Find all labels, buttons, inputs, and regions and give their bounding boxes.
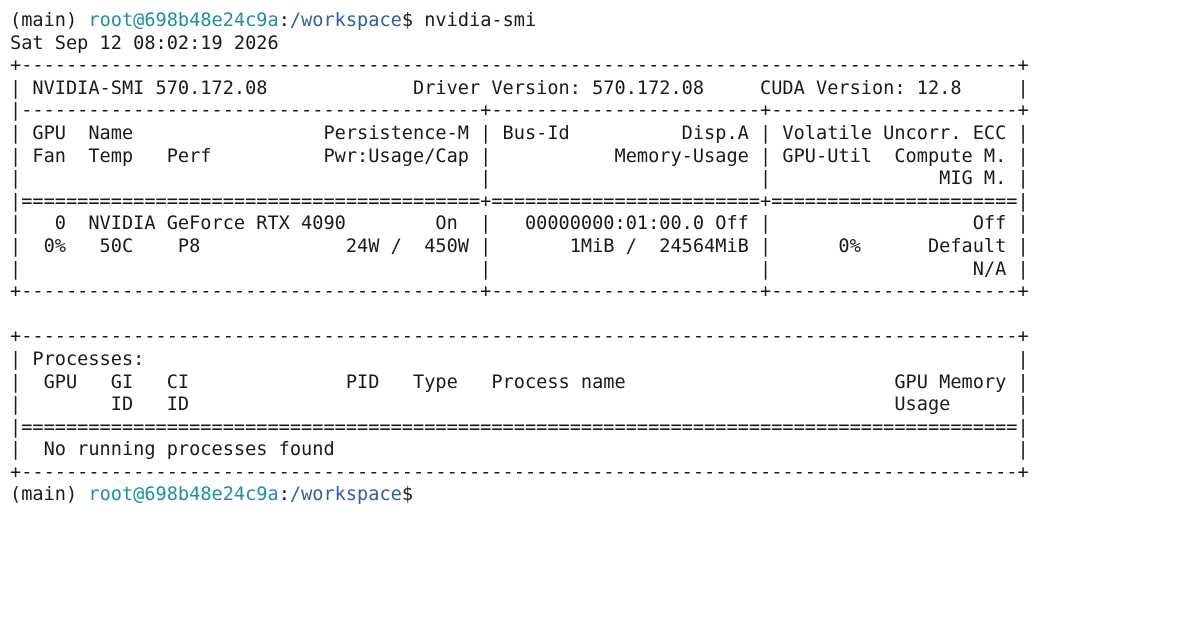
prompt-symbol: $ [401,10,425,31]
terminal-window[interactable]: (main) root@698b48e24c9a:/workspace$ nvi… [0,0,1200,635]
output-line: | ID ID Usage | [10,394,1029,416]
output-line: +---------------------------------------… [10,461,1029,483]
user-host: root@698b48e24c9a [88,10,279,31]
output-line: +---------------------------------------… [10,281,1029,303]
prompt-line-2[interactable]: (main) root@698b48e24c9a:/workspace$ [10,484,1200,507]
output-line: | | | N/A | [10,258,1029,280]
output-line: +---------------------------------------… [10,326,1029,348]
env-label: (main) [10,10,89,31]
output-line: | Fan Temp Perf Pwr:Usage/Cap | Memory-U… [10,145,1029,167]
output-line: | 0 NVIDIA GeForce RTX 4090 On | 0000000… [10,213,1029,235]
prompt-symbol: $ [401,484,414,506]
output-line: | GPU Name Persistence-M | Bus-Id Disp.A… [10,122,1029,144]
output-line: |=======================================… [10,416,1029,438]
cwd-path: /workspace [289,484,402,506]
user-host: root@698b48e24c9a [88,484,279,506]
command-text: nvidia-smi [424,10,537,31]
output-line: | No running processes found | [10,439,1029,461]
env-label: (main) [10,484,89,506]
output-line: |---------------------------------------… [10,100,1029,122]
prompt-colon: : [278,484,290,506]
output-line: | | | MIG M. | [10,168,1029,190]
output-line: +---------------------------------------… [10,55,1029,77]
prompt-colon: : [278,10,290,31]
output-line: Sat Sep 12 08:02:19 2026 [10,32,279,54]
output-line: | 0% 50C P8 24W / 450W | 1MiB / 24564MiB… [10,235,1029,257]
output-line: |=======================================… [10,190,1029,212]
prompt-line-1: (main) root@698b48e24c9a:/workspace$ nvi… [10,10,1200,33]
output-line: | Processes: | [10,348,1029,370]
output-line: | NVIDIA-SMI 570.172.08 Driver Version: … [10,77,1029,99]
output-line: | GPU GI CI PID Type Process name GPU Me… [10,371,1029,393]
cwd-path: /workspace [289,10,402,31]
